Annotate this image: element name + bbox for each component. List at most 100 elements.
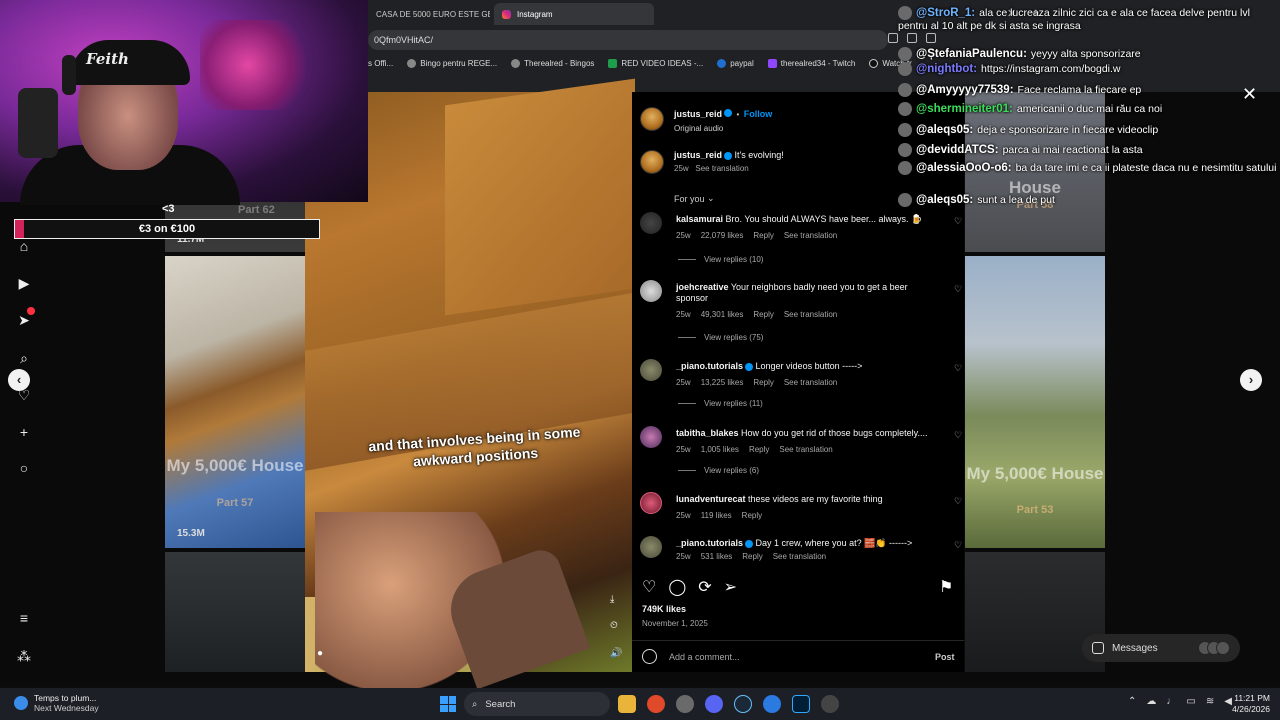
- user-tag-icon[interactable]: ●: [317, 648, 323, 659]
- commenter-avatar[interactable]: [640, 280, 662, 302]
- extension-icon[interactable]: [888, 33, 898, 43]
- comment-username[interactable]: tabitha_blakes: [676, 428, 739, 438]
- reply-button[interactable]: Reply: [753, 231, 773, 240]
- author-username[interactable]: justus_reid: [674, 109, 722, 119]
- comment-username[interactable]: joehcreative: [676, 282, 729, 292]
- tab-casa[interactable]: CASA DE 5000 EURO ESTE GENIALĂ: [368, 3, 490, 25]
- chat-username[interactable]: @Amyyyyy77539:: [916, 84, 1014, 96]
- weather-widget[interactable]: Temps to plum... Next Wednesday: [14, 693, 99, 713]
- see-translation-link[interactable]: See translation: [784, 231, 837, 240]
- commenter-avatar[interactable]: [640, 492, 662, 514]
- commenter-avatar[interactable]: [640, 212, 662, 234]
- microphone-icon[interactable]: ♩: [1166, 696, 1176, 707]
- discord-icon[interactable]: [705, 695, 723, 713]
- commenter-avatar[interactable]: [640, 426, 662, 448]
- comment-likes[interactable]: 119 likes: [701, 511, 732, 520]
- bookmark-item[interactable]: therealred34 - Twitch: [767, 54, 855, 72]
- author-avatar[interactable]: [640, 150, 664, 174]
- follow-button[interactable]: Follow: [744, 109, 773, 119]
- view-replies[interactable]: View replies (75): [678, 333, 763, 342]
- heart-icon[interactable]: ♡: [954, 363, 962, 374]
- brave-icon[interactable]: [647, 695, 665, 713]
- see-translation-link[interactable]: See translation: [695, 164, 748, 173]
- repost-icon[interactable]: ⟳: [698, 577, 711, 597]
- see-translation-link[interactable]: See translation: [773, 552, 826, 561]
- bookmark-item[interactable]: Therealred - Bingos: [511, 54, 594, 72]
- bookmark-item[interactable]: paypal: [717, 54, 754, 72]
- more-icon[interactable]: ⁂: [16, 648, 32, 664]
- heart-icon[interactable]: ♡: [954, 216, 962, 227]
- comment-username[interactable]: kalsamurai: [676, 214, 723, 224]
- bookmark-item[interactable]: RED VIDEO IDEAS -...: [608, 54, 703, 72]
- app-icon[interactable]: [763, 695, 781, 713]
- chat-username[interactable]: @ȘtefaniaPaulencu:: [916, 48, 1027, 60]
- reply-button[interactable]: Reply: [742, 552, 762, 561]
- messages-button[interactable]: Messages: [1082, 634, 1240, 662]
- chat-username[interactable]: @nightbot:: [916, 63, 977, 75]
- chat-username[interactable]: @aleqs05:: [916, 124, 973, 136]
- caption-username[interactable]: justus_reid: [674, 150, 722, 160]
- windows-start-icon[interactable]: [440, 696, 456, 712]
- home-icon[interactable]: ⌂: [16, 238, 32, 254]
- comment-input[interactable]: Add a comment...: [669, 652, 740, 662]
- comment-likes[interactable]: 49,301 likes: [701, 310, 744, 319]
- create-icon[interactable]: +: [16, 424, 32, 440]
- chat-username[interactable]: @alessiaOoO-o6:: [916, 162, 1012, 174]
- chat-username[interactable]: @deviddATCS:: [916, 144, 999, 156]
- like-icon[interactable]: ♡: [642, 577, 656, 597]
- heart-icon[interactable]: ♡: [954, 540, 962, 551]
- comment-likes[interactable]: 1,005 likes: [701, 445, 739, 454]
- chevron-up-icon[interactable]: ⌃: [1128, 696, 1136, 707]
- comment-username[interactable]: _piano.tutorials: [676, 361, 743, 371]
- bookmark-icon[interactable]: ⚑: [939, 577, 953, 597]
- chat-username[interactable]: @StroR_1:: [916, 7, 975, 19]
- post-comment-button[interactable]: Post: [935, 652, 955, 662]
- reply-button[interactable]: Reply: [749, 445, 769, 454]
- comment-likes[interactable]: 531 likes: [701, 552, 733, 561]
- reel-thumbnail[interactable]: [165, 552, 305, 672]
- heart-icon[interactable]: ♡: [954, 284, 962, 295]
- view-replies[interactable]: View replies (6): [678, 466, 759, 475]
- reel-thumbnail[interactable]: My 5,000€ House Part 53: [965, 256, 1105, 548]
- comment-likes[interactable]: 13,225 likes: [701, 378, 744, 387]
- like-count[interactable]: 749K likes: [642, 604, 686, 614]
- heart-icon[interactable]: ♡: [954, 430, 962, 441]
- photoshop-icon[interactable]: [792, 695, 810, 713]
- steam-icon[interactable]: [734, 695, 752, 713]
- reply-button[interactable]: Reply: [742, 511, 762, 520]
- menu-icon[interactable]: ≡: [16, 610, 32, 626]
- see-translation-link[interactable]: See translation: [779, 445, 832, 454]
- file-explorer-icon[interactable]: [618, 695, 636, 713]
- see-translation-link[interactable]: See translation: [784, 378, 837, 387]
- audio-label[interactable]: Original audio: [674, 124, 772, 133]
- reply-button[interactable]: Reply: [753, 378, 773, 387]
- heart-icon[interactable]: ♡: [954, 496, 962, 507]
- profile-icon[interactable]: ○: [16, 460, 32, 476]
- author-avatar[interactable]: [640, 106, 664, 131]
- comment-icon[interactable]: ◯: [668, 577, 686, 597]
- chat-username[interactable]: @aleqs05:: [916, 194, 973, 206]
- view-replies[interactable]: View replies (11): [678, 399, 763, 408]
- comment-username[interactable]: _piano.tutorials: [676, 538, 743, 548]
- tab-instagram[interactable]: Instagram: [494, 3, 654, 25]
- reel-thumbnail[interactable]: My 5,000€ House Part 57 15.3M: [165, 256, 305, 548]
- bookmark-item[interactable]: s Offi...: [368, 54, 393, 72]
- search-icon[interactable]: ⌕: [16, 350, 32, 366]
- reply-button[interactable]: Reply: [753, 310, 773, 319]
- commenter-avatar[interactable]: [640, 359, 662, 381]
- speed-icon[interactable]: ⏲: [610, 620, 618, 631]
- bookmark-item[interactable]: Bingo pentru REGE...: [407, 54, 497, 72]
- share-icon[interactable]: ➢: [724, 577, 737, 597]
- address-bar[interactable]: 0Qfm0VHitAC/: [368, 30, 888, 50]
- taskbar-search[interactable]: ⌕ Search: [464, 692, 610, 716]
- view-replies[interactable]: View replies (10): [678, 255, 763, 264]
- for-you-filter[interactable]: For you ⌄: [674, 193, 715, 204]
- settings-icon[interactable]: [821, 695, 839, 713]
- download-icon[interactable]: ⤓: [610, 594, 614, 605]
- see-translation-link[interactable]: See translation: [784, 310, 837, 319]
- chat-username[interactable]: @shermineiter01:: [916, 103, 1013, 115]
- emoji-icon[interactable]: [642, 649, 657, 664]
- app-icon[interactable]: [676, 695, 694, 713]
- display-icon[interactable]: ▭: [1186, 696, 1195, 707]
- commenter-avatar[interactable]: [640, 536, 662, 558]
